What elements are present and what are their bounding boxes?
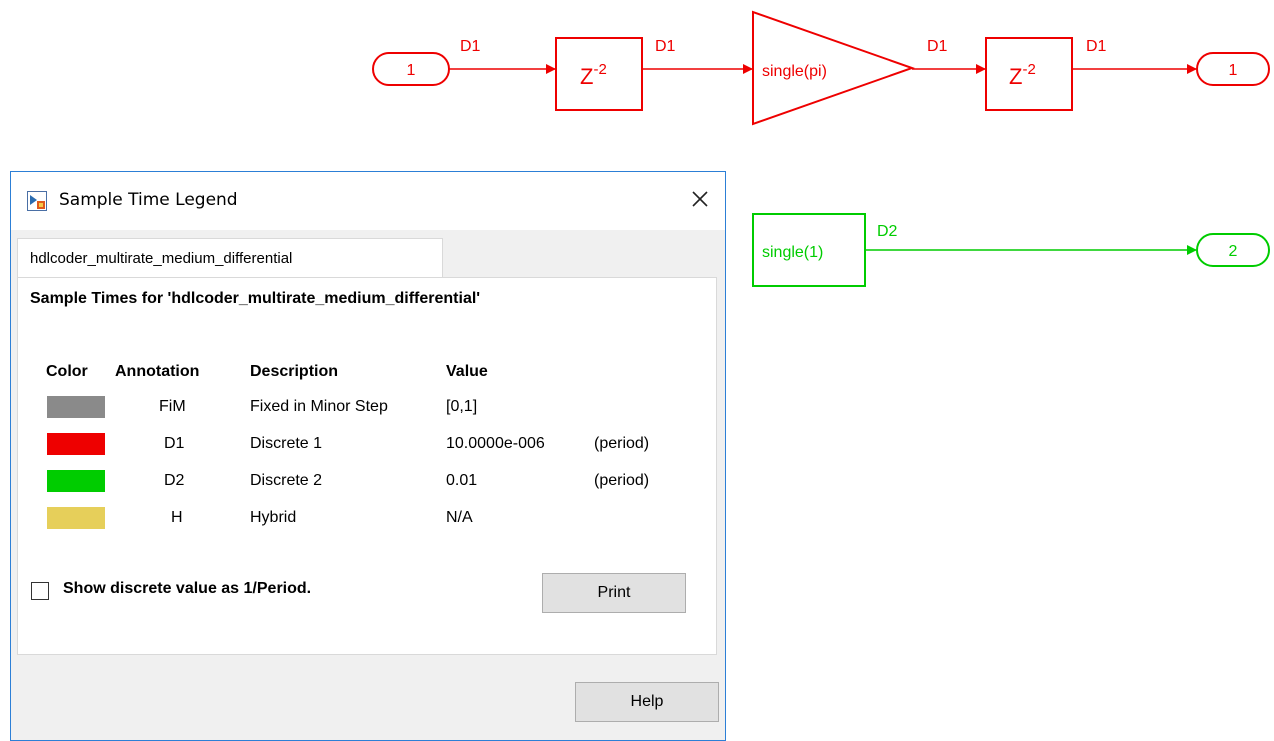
value-d2: 0.01 [446, 472, 478, 489]
description-d2: Discrete 2 [250, 472, 323, 489]
print-button[interactable]: Print [542, 573, 686, 613]
outport-2-label: 2 [1229, 243, 1238, 260]
simulink-app-icon [27, 191, 47, 211]
legend-panel: Sample Times for 'hdlcoder_multirate_med… [17, 277, 717, 655]
panel-heading: Sample Times for 'hdlcoder_multirate_med… [30, 290, 481, 307]
col-header-color: Color [46, 363, 88, 380]
annotation-hybrid: H [171, 509, 183, 526]
close-icon[interactable] [687, 186, 713, 212]
delay-1-exp: -2 [593, 61, 606, 78]
col-header-annotation: Annotation [115, 363, 200, 380]
show-reciprocal-label[interactable]: Show discrete value as 1/Period. [63, 580, 311, 598]
inport-1-label: 1 [407, 62, 416, 79]
signal-label-d1-2: D1 [655, 38, 676, 55]
constant-block[interactable]: single(1) [752, 213, 866, 287]
color-swatch-fim [47, 396, 105, 418]
note-d1: (period) [594, 435, 650, 452]
col-header-description: Description [250, 363, 339, 380]
description-fim: Fixed in Minor Step [250, 398, 388, 415]
value-d1: 10.0000e-006 [446, 435, 545, 452]
dialog-title: Sample Time Legend [59, 190, 238, 210]
col-header-value: Value [446, 363, 488, 380]
outport-1-label: 1 [1229, 62, 1238, 79]
note-d2: (period) [594, 472, 650, 489]
description-d1: Discrete 1 [250, 435, 323, 452]
stage: 1 D1 Z-2 D1 single(pi) D1 Z-2 D1 1 singl… [0, 0, 1274, 741]
gain-block[interactable]: single(pi) [752, 10, 916, 126]
signal-label-d1-4: D1 [1086, 38, 1107, 55]
sample-time-legend-dialog: Sample Time Legend hdlcoder_multirate_me… [10, 171, 726, 741]
show-reciprocal-checkbox[interactable] [31, 582, 49, 600]
inport-1-block[interactable]: 1 [372, 52, 450, 86]
outport-1-block[interactable]: 1 [1196, 52, 1270, 86]
signal-label-d1-1: D1 [460, 38, 481, 55]
constant-label: single(1) [762, 244, 823, 261]
signal-label-d1-3: D1 [927, 38, 948, 55]
value-hybrid: N/A [446, 509, 473, 526]
color-swatch-hybrid [47, 507, 105, 529]
color-swatch-d1 [47, 433, 105, 455]
tab-model-label: hdlcoder_multirate_medium_differential [30, 250, 293, 267]
delay-block-1[interactable]: Z-2 [555, 37, 643, 111]
delay-2-base: Z [1009, 64, 1022, 89]
color-swatch-d2 [47, 470, 105, 492]
gain-label: single(pi) [762, 63, 827, 80]
signal-label-d2: D2 [877, 223, 898, 240]
value-fim: [0,1] [446, 398, 478, 415]
help-button[interactable]: Help [575, 682, 719, 722]
dialog-titlebar[interactable]: Sample Time Legend [11, 172, 725, 230]
delay-block-2[interactable]: Z-2 [985, 37, 1073, 111]
annotation-d1: D1 [164, 435, 185, 452]
delay-2-exp: -2 [1022, 61, 1035, 78]
tab-model[interactable]: hdlcoder_multirate_medium_differential [17, 238, 443, 278]
annotation-d2: D2 [164, 472, 185, 489]
delay-1-base: Z [580, 64, 593, 89]
description-hybrid: Hybrid [250, 509, 297, 526]
outport-2-block[interactable]: 2 [1196, 233, 1270, 267]
annotation-fim: FiM [159, 398, 186, 415]
